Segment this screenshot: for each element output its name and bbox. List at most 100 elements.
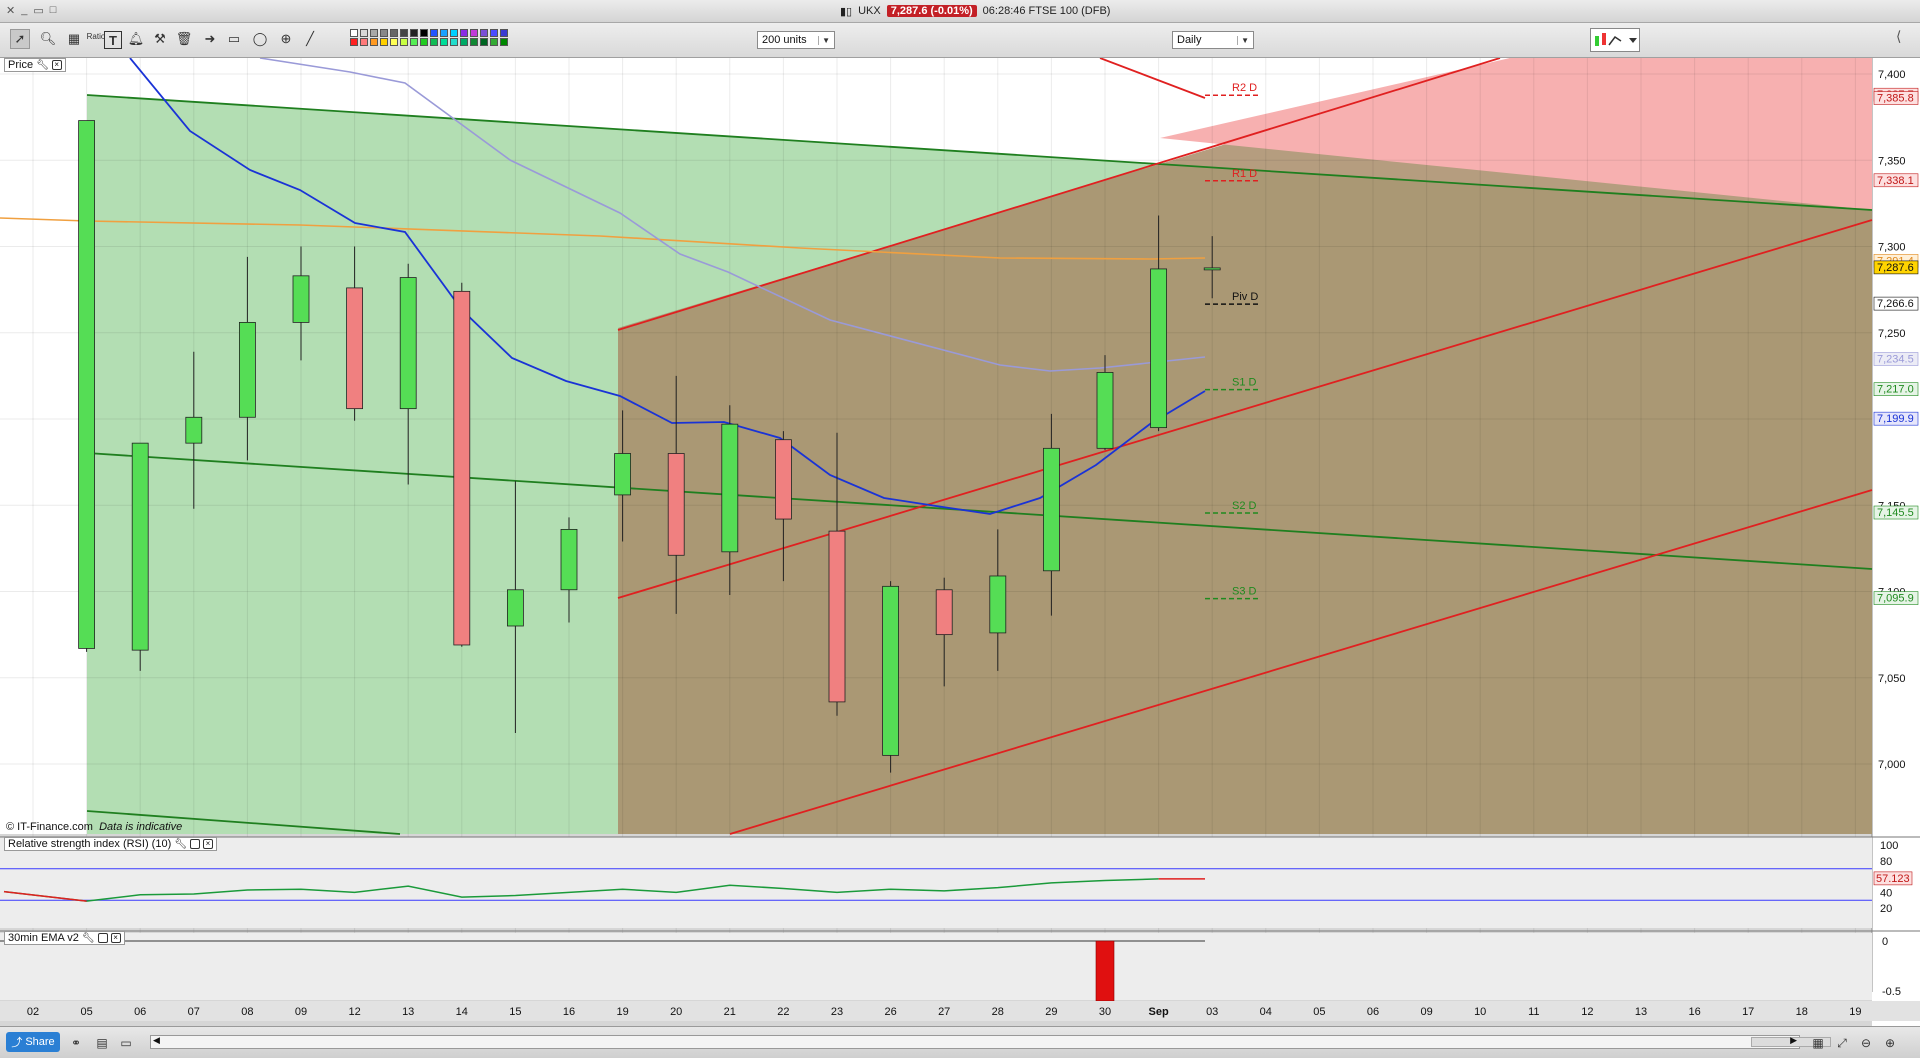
- color-swatch[interactable]: [480, 29, 488, 37]
- scroll-right-icon[interactable]: ▶: [1790, 1035, 1797, 1046]
- maximize-icon[interactable]: □: [50, 4, 57, 17]
- color-swatch[interactable]: [420, 38, 428, 46]
- color-swatch[interactable]: [360, 29, 368, 37]
- color-swatch[interactable]: [440, 29, 448, 37]
- ema-tick-label: -0.5: [1882, 986, 1901, 998]
- close-icon[interactable]: ×: [202, 839, 213, 849]
- rsi-panel: 100 80 40 20 57.123: [0, 836, 1920, 928]
- x-tick-label: 09: [1420, 1006, 1432, 1018]
- rectangle-icon[interactable]: ▭: [224, 29, 244, 49]
- table-icon[interactable]: ▤: [94, 1035, 110, 1051]
- color-swatch[interactable]: [400, 29, 408, 37]
- color-swatch[interactable]: [360, 38, 368, 46]
- color-swatch[interactable]: [490, 29, 498, 37]
- link-icon[interactable]: ⚭: [68, 1035, 84, 1051]
- trash-icon[interactable]: 🗑︎: [174, 29, 194, 49]
- color-swatch[interactable]: [430, 38, 438, 46]
- zoom-icon[interactable]: 🔍︎: [38, 29, 58, 49]
- price-badge: 7,287.6 (-0.01%): [886, 5, 977, 17]
- candle-body: [935, 589, 953, 636]
- color-swatch[interactable]: [430, 29, 438, 37]
- color-swatch[interactable]: [450, 29, 458, 37]
- color-swatch[interactable]: [500, 29, 508, 37]
- color-swatch[interactable]: [350, 38, 358, 46]
- crosshair-icon[interactable]: ⊕: [276, 29, 296, 49]
- x-tick-label: 07: [188, 1006, 200, 1018]
- color-swatch[interactable]: [490, 38, 498, 46]
- close-icon[interactable]: ✕: [6, 4, 15, 17]
- color-swatch[interactable]: [390, 38, 398, 46]
- wrench-icon[interactable]: 🔧︎: [174, 839, 187, 850]
- restore-icon[interactable]: ▭: [33, 4, 43, 17]
- price-panel-title: Price: [8, 59, 34, 71]
- ratio-icon[interactable]: ▦: [64, 29, 84, 49]
- settings-chart-icon[interactable]: ▦: [1810, 1035, 1826, 1051]
- x-tick-label: 22: [777, 1006, 789, 1018]
- zoom-out-icon[interactable]: ⊖: [1858, 1035, 1874, 1051]
- window-icon[interactable]: ▭: [118, 1035, 134, 1051]
- minimize-icon[interactable]: _: [21, 4, 27, 17]
- pivot-label: Piv D: [1232, 291, 1258, 303]
- rsi-tick-label: 20: [1880, 903, 1892, 915]
- pointer-icon[interactable]: ➚: [10, 29, 30, 49]
- color-swatch[interactable]: [470, 29, 478, 37]
- maximize-icon[interactable]: [97, 933, 108, 943]
- ellipse-icon[interactable]: ◯: [250, 29, 270, 49]
- color-swatch[interactable]: [420, 29, 428, 37]
- price-tag-value: 7,266.6: [1877, 298, 1914, 310]
- color-swatch[interactable]: [500, 38, 508, 46]
- y-tick-label: 7,250: [1878, 328, 1906, 340]
- maximize-icon[interactable]: [189, 839, 200, 849]
- y-tick-label: 7,300: [1878, 242, 1906, 254]
- title-bar: ✕ _ ▭ □ ▮▯ UKX 7,287.6 (-0.01%) 06:28:46…: [0, 0, 1920, 23]
- color-swatch[interactable]: [390, 29, 398, 37]
- text-icon[interactable]: T: [104, 31, 122, 49]
- rsi-panel-title: Relative strength index (RSI) (10): [8, 838, 172, 850]
- price-tag: 7,234.5: [1873, 352, 1919, 366]
- alert-icon[interactable]: 🔔︎: [126, 29, 146, 49]
- scroll-left-icon[interactable]: ◀: [153, 1035, 160, 1046]
- color-swatch[interactable]: [450, 38, 458, 46]
- ratio-tool[interactable]: Ratio: [86, 26, 106, 46]
- color-swatch[interactable]: [410, 29, 418, 37]
- close-icon[interactable]: ×: [51, 60, 62, 70]
- color-swatch[interactable]: [440, 38, 448, 46]
- price-tag: 7,266.6: [1873, 296, 1919, 311]
- color-swatch[interactable]: [370, 29, 378, 37]
- color-swatch[interactable]: [380, 29, 388, 37]
- watermark: © IT-Finance.com Data is indicative: [6, 821, 183, 833]
- ema-panel-label: 30min EMA v2 🔧︎ ×: [4, 931, 125, 945]
- rsi-tick-label: 80: [1880, 856, 1892, 868]
- color-swatch[interactable]: [480, 38, 488, 46]
- x-tick-label: 11: [1528, 1006, 1539, 1018]
- zoom-fit-icon[interactable]: ⤢: [1834, 1035, 1850, 1051]
- chart-area[interactable]: 7,4007,3507,3007,2507,2007,1507,1007,050…: [0, 58, 1920, 1026]
- wrench-icon[interactable]: 🔧︎: [36, 60, 49, 71]
- units-select[interactable]: 200 units ▼: [757, 31, 835, 49]
- line-icon[interactable]: ╱: [300, 29, 320, 49]
- color-swatch[interactable]: [460, 29, 468, 37]
- hammer-icon[interactable]: ⚒: [150, 29, 170, 49]
- instrument-icon[interactable]: ▮▯: [840, 5, 852, 18]
- color-swatch[interactable]: [460, 38, 468, 46]
- x-tick-label: 28: [992, 1006, 1004, 1018]
- interval-select[interactable]: Daily ▼: [1172, 31, 1254, 49]
- zoom-in-icon[interactable]: ⊕: [1882, 1035, 1898, 1051]
- price-tag: 7,338.1: [1873, 173, 1919, 188]
- color-swatch[interactable]: [370, 38, 378, 46]
- color-swatch[interactable]: [470, 38, 478, 46]
- color-swatch[interactable]: [380, 38, 388, 46]
- color-swatch[interactable]: [350, 29, 358, 37]
- pivot-label: R2 D: [1232, 82, 1257, 94]
- color-swatch[interactable]: [410, 38, 418, 46]
- close-icon[interactable]: ×: [110, 933, 121, 943]
- candle-body: [453, 290, 471, 646]
- side-panel-toggle-icon[interactable]: ⟨: [1896, 28, 1901, 45]
- candle-body: [1043, 447, 1060, 572]
- horizontal-scrollbar[interactable]: ◀ ▶: [150, 1035, 1831, 1049]
- share-button[interactable]: ⤴ Share: [6, 1032, 60, 1052]
- color-swatch[interactable]: [400, 38, 408, 46]
- arrow-icon[interactable]: ➜: [200, 29, 220, 49]
- chart-type-button[interactable]: [1590, 28, 1640, 52]
- wrench-icon[interactable]: 🔧︎: [82, 933, 95, 944]
